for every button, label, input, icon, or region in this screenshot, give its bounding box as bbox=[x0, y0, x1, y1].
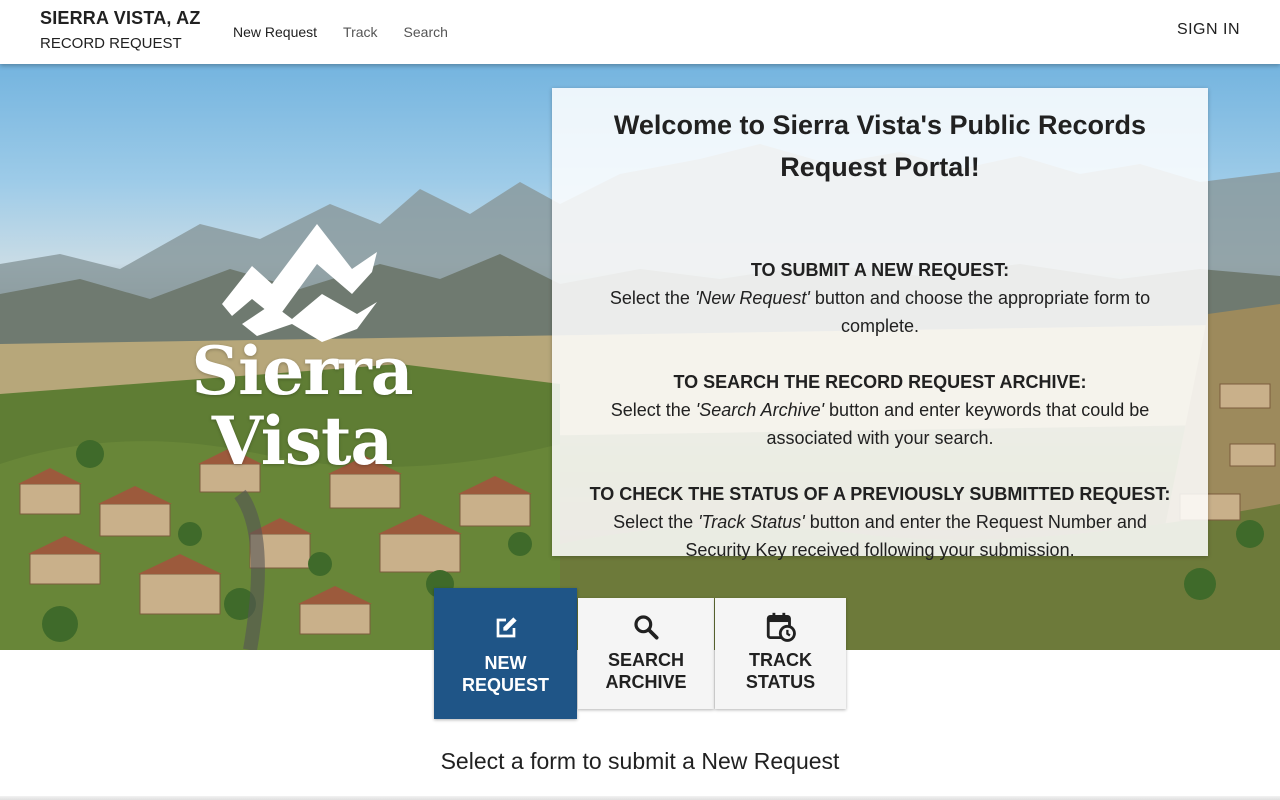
sierra-vista-logo: Sierra Vista bbox=[112, 224, 492, 476]
track-status-label-line2: STATUS bbox=[745, 672, 816, 692]
new-request-label-line2: REQUEST bbox=[461, 675, 549, 695]
search-archive-label-line1: SEARCH bbox=[607, 650, 684, 670]
top-app-bar: SIERRA VISTA, AZ RECORD REQUEST New Requ… bbox=[0, 0, 1280, 64]
welcome-card: Welcome to Sierra Vista's Public Records… bbox=[552, 88, 1208, 560]
instruction-heading: TO CHECK THE STATUS OF A PREVIOUSLY SUBM… bbox=[589, 484, 1171, 504]
instruction-text: Select the 'Track Status' button and ent… bbox=[613, 512, 1147, 560]
new-request-label-line1: NEW bbox=[484, 653, 527, 673]
welcome-title: Welcome to Sierra Vista's Public Records… bbox=[613, 110, 1147, 182]
instruction-text: Select the 'New Request' button and choo… bbox=[609, 288, 1151, 336]
search-archive-button[interactable]: SEARCH ARCHIVE bbox=[578, 598, 714, 709]
calendar-clock-icon bbox=[766, 612, 796, 642]
mountain-logo-icon bbox=[222, 224, 377, 342]
nav-new-request[interactable]: New Request bbox=[220, 18, 330, 46]
instruction-text: Select the 'Search Archive' button and e… bbox=[610, 400, 1150, 448]
brand-city: SIERRA VISTA, AZ bbox=[40, 8, 201, 28]
edit-icon bbox=[496, 617, 517, 638]
track-status-button[interactable]: TRACK STATUS bbox=[715, 598, 846, 709]
logo-wordmark: Sierra Vista bbox=[191, 332, 413, 480]
instruction-search-archive: TO SEARCH THE RECORD REQUEST ARCHIVE: Se… bbox=[552, 368, 1208, 452]
instruction-heading: TO SUBMIT A NEW REQUEST: bbox=[750, 260, 1010, 280]
form-list-edge bbox=[0, 796, 1280, 800]
select-form-title: Select a form to submit a New Request bbox=[440, 748, 840, 774]
instruction-new-request: TO SUBMIT A NEW REQUEST: Select the 'New… bbox=[552, 256, 1208, 340]
instruction-heading: TO SEARCH THE RECORD REQUEST ARCHIVE: bbox=[673, 372, 1087, 392]
instruction-track-status: TO CHECK THE STATUS OF A PREVIOUSLY SUBM… bbox=[552, 480, 1208, 564]
new-request-button[interactable]: NEW REQUEST bbox=[434, 588, 577, 719]
brand-subtitle: RECORD REQUEST bbox=[40, 35, 182, 52]
nav-search[interactable]: Search bbox=[391, 18, 461, 46]
sign-in-button[interactable]: SIGN IN bbox=[1177, 21, 1240, 39]
brand[interactable]: SIERRA VISTA, AZ RECORD REQUEST bbox=[40, 8, 201, 52]
track-status-label-line1: TRACK bbox=[749, 650, 812, 670]
search-archive-label-line2: ARCHIVE bbox=[605, 672, 687, 692]
main-nav: New Request Track Search bbox=[220, 0, 461, 64]
nav-track[interactable]: Track bbox=[330, 18, 390, 46]
search-icon bbox=[634, 615, 659, 640]
